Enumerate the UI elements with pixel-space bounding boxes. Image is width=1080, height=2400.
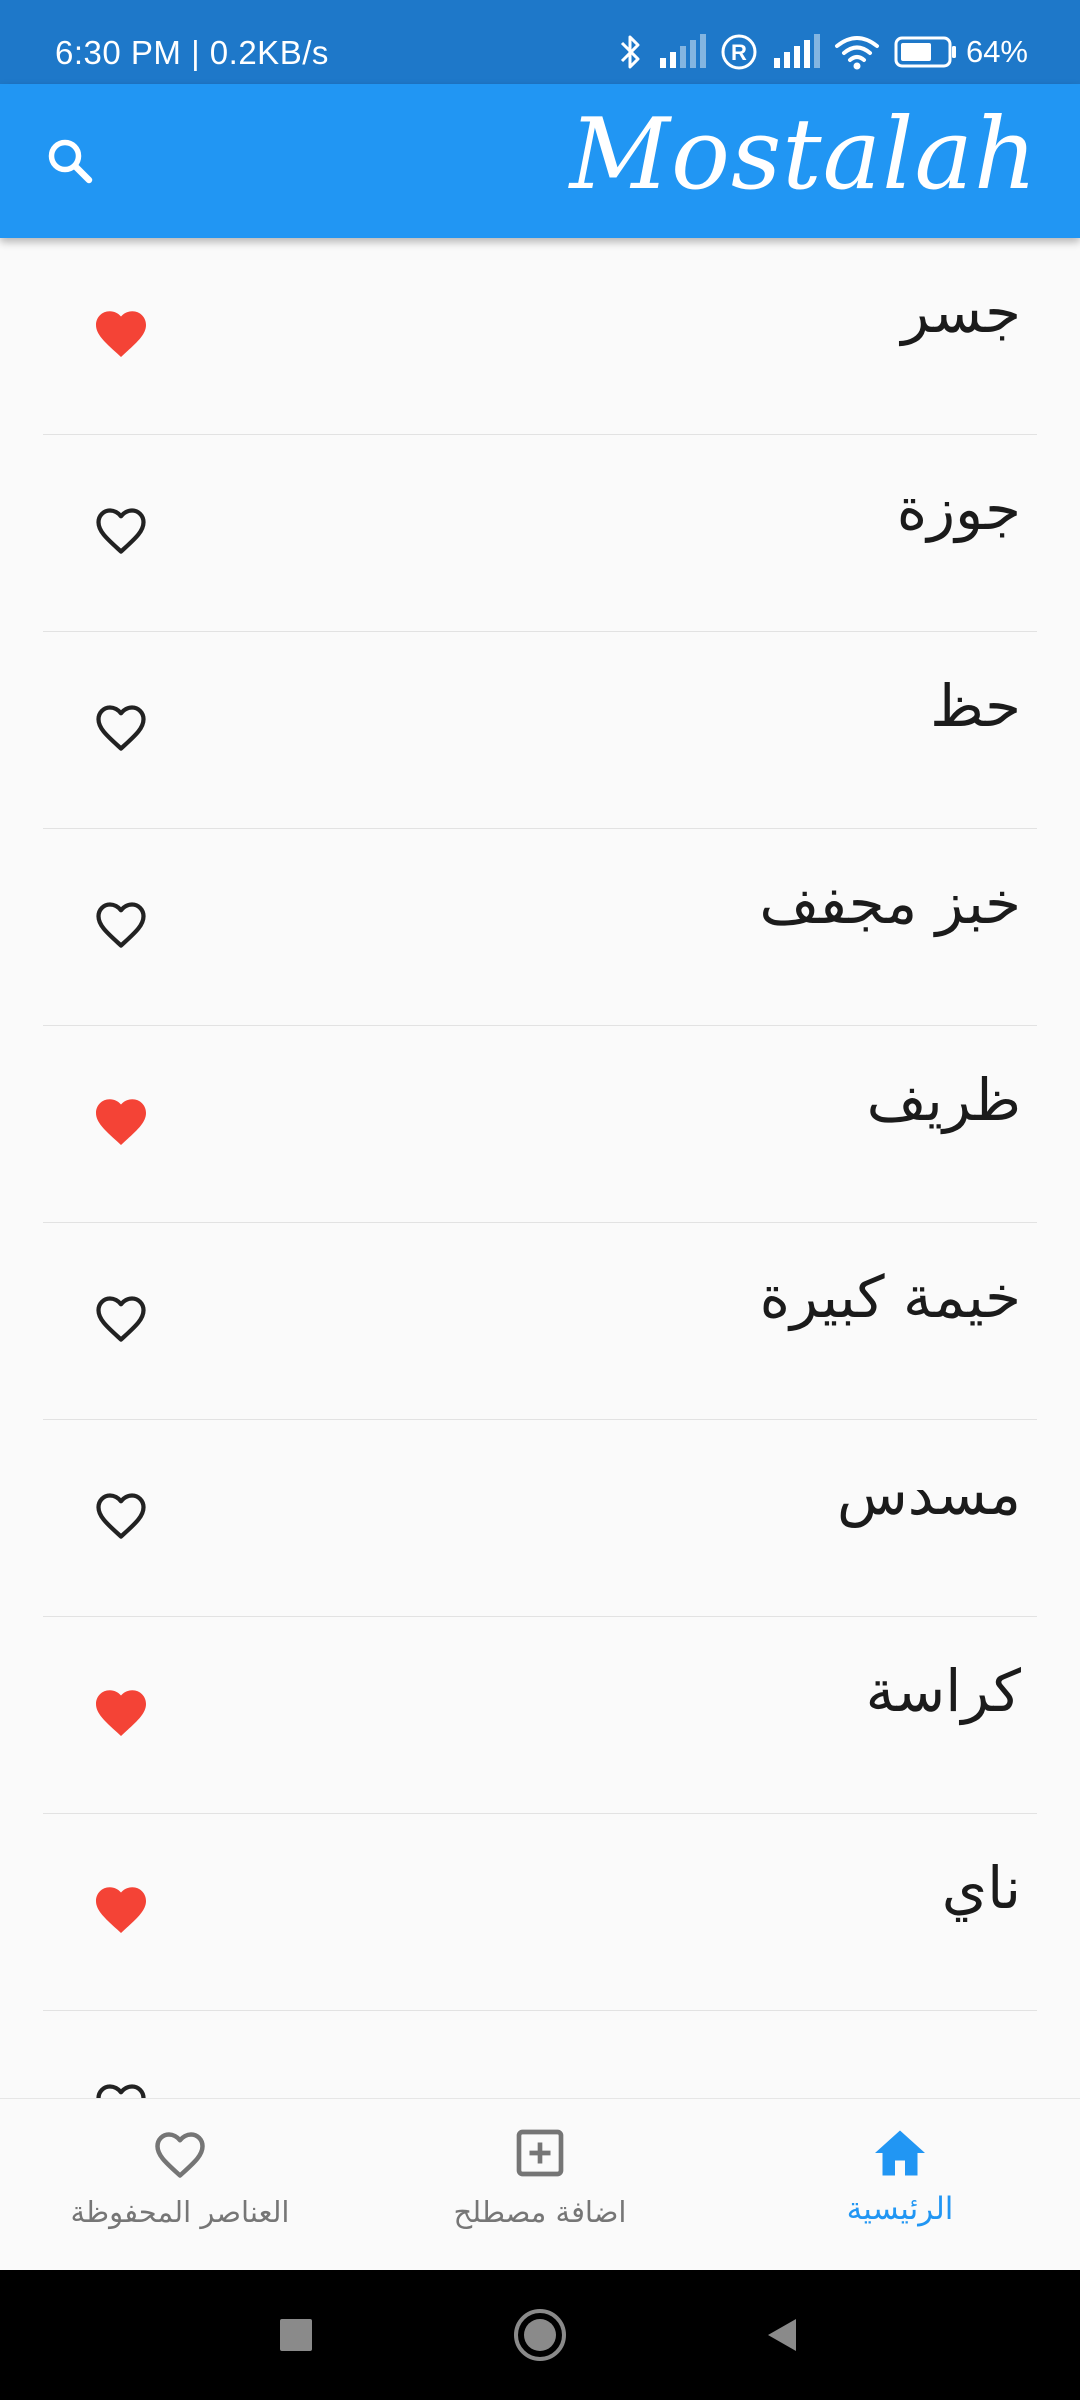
recents-icon: [280, 2319, 312, 2351]
list-item[interactable]: ناي: [43, 1814, 1037, 2011]
add-box-icon: [516, 2129, 564, 2177]
term-text: حظ: [930, 672, 1021, 740]
system-home-button[interactable]: [508, 2303, 572, 2367]
bluetooth-icon: [620, 35, 640, 69]
favorite-button[interactable]: [89, 1876, 153, 1940]
heart-filled-icon: [96, 1690, 146, 1736]
heart-filled-icon: [96, 1099, 146, 1145]
app-title: Mostalah: [569, 98, 1038, 212]
term-text: خبز مجفف: [759, 869, 1021, 937]
favorite-button[interactable]: [89, 1679, 153, 1743]
nav-home[interactable]: الرئيسية: [720, 2099, 1080, 2271]
heart-filled-icon: [96, 1887, 146, 1933]
nav-home-label: الرئيسية: [846, 2191, 954, 2227]
favorite-button[interactable]: [89, 1285, 153, 1349]
heart-outline-icon: [155, 2132, 205, 2178]
nav-add-term[interactable]: اضافة مصطلح: [360, 2099, 720, 2271]
home-icon: [875, 2130, 925, 2176]
favorite-button[interactable]: [89, 2073, 153, 2098]
signal-icon: [773, 34, 820, 68]
app-bar: Mostalah: [0, 84, 1080, 238]
favorite-button[interactable]: [89, 497, 153, 561]
bottom-nav: العناصر المحفوظة اضافة مصطلح الرئيسية: [0, 2098, 1080, 2270]
nav-icon-wrap: [720, 2125, 1080, 2185]
screen: 6:30 PM | 0.2KB/s R 64% Mostalah جسر جوز…: [0, 0, 1080, 2400]
heart-filled-icon: [96, 311, 146, 357]
list-item[interactable]: جسر: [43, 238, 1037, 435]
favorite-button[interactable]: [89, 694, 153, 758]
heart-outline-icon: [96, 705, 146, 751]
heart-outline-icon: [96, 902, 146, 948]
roaming-icon: R: [721, 34, 757, 70]
list-item[interactable]: كراسة: [43, 1617, 1037, 1814]
list-item[interactable]: حظ: [43, 632, 1037, 829]
signal-icon: [659, 34, 706, 68]
term-text: مسدس: [836, 1460, 1021, 1528]
nav-saved-items[interactable]: العناصر المحفوظة: [0, 2099, 360, 2271]
home-circle-icon: [514, 2309, 566, 2361]
heart-outline-icon: [96, 508, 146, 554]
list-item[interactable]: خيمة كبيرة: [43, 1223, 1037, 1420]
status-time: 6:30 PM | 0.2KB/s: [55, 34, 329, 71]
status-icons: R 64%: [604, 30, 1028, 74]
nav-icon-wrap: [0, 2125, 360, 2185]
recents-button[interactable]: [264, 2303, 328, 2367]
term-text: جوزة: [896, 475, 1021, 543]
term-text: خيمة كبيرة: [759, 1263, 1021, 1331]
heart-outline-icon: [96, 1296, 146, 1342]
battery-percent: 64%: [965, 34, 1028, 69]
wifi-icon: [834, 36, 879, 70]
list-item[interactable]: ظريف: [43, 1026, 1037, 1223]
term-text: جسر: [901, 278, 1021, 346]
list-item[interactable]: [43, 2011, 1037, 2098]
system-nav-bar: [0, 2270, 1080, 2400]
search-icon: [48, 139, 93, 184]
list-item[interactable]: جوزة: [43, 435, 1037, 632]
status-bar: 6:30 PM | 0.2KB/s R 64%: [0, 0, 1080, 84]
back-icon: [768, 2319, 796, 2351]
battery-icon: [894, 36, 956, 68]
term-text: ظريف: [866, 1066, 1021, 1134]
back-button[interactable]: [750, 2303, 814, 2367]
nav-add-label: اضافة مصطلح: [453, 2195, 627, 2229]
favorite-button[interactable]: [89, 1482, 153, 1546]
favorite-button[interactable]: [89, 1088, 153, 1152]
terms-list[interactable]: جسر جوزة حظ خبز مجفف ظريف خيمة كبيرة مسد…: [0, 238, 1080, 2098]
list-item[interactable]: خبز مجفف: [43, 829, 1037, 1026]
svg-text:R: R: [731, 40, 747, 65]
term-text: كراسة: [865, 1657, 1021, 1725]
nav-saved-label: العناصر المحفوظة: [70, 2195, 290, 2229]
nav-icon-wrap: [360, 2125, 720, 2185]
list-item[interactable]: مسدس: [43, 1420, 1037, 1617]
search-button[interactable]: [30, 121, 110, 201]
heart-outline-icon: [96, 2084, 146, 2098]
term-text: ناي: [941, 1854, 1021, 1922]
favorite-button[interactable]: [89, 300, 153, 364]
heart-outline-icon: [96, 1493, 146, 1539]
favorite-button[interactable]: [89, 891, 153, 955]
